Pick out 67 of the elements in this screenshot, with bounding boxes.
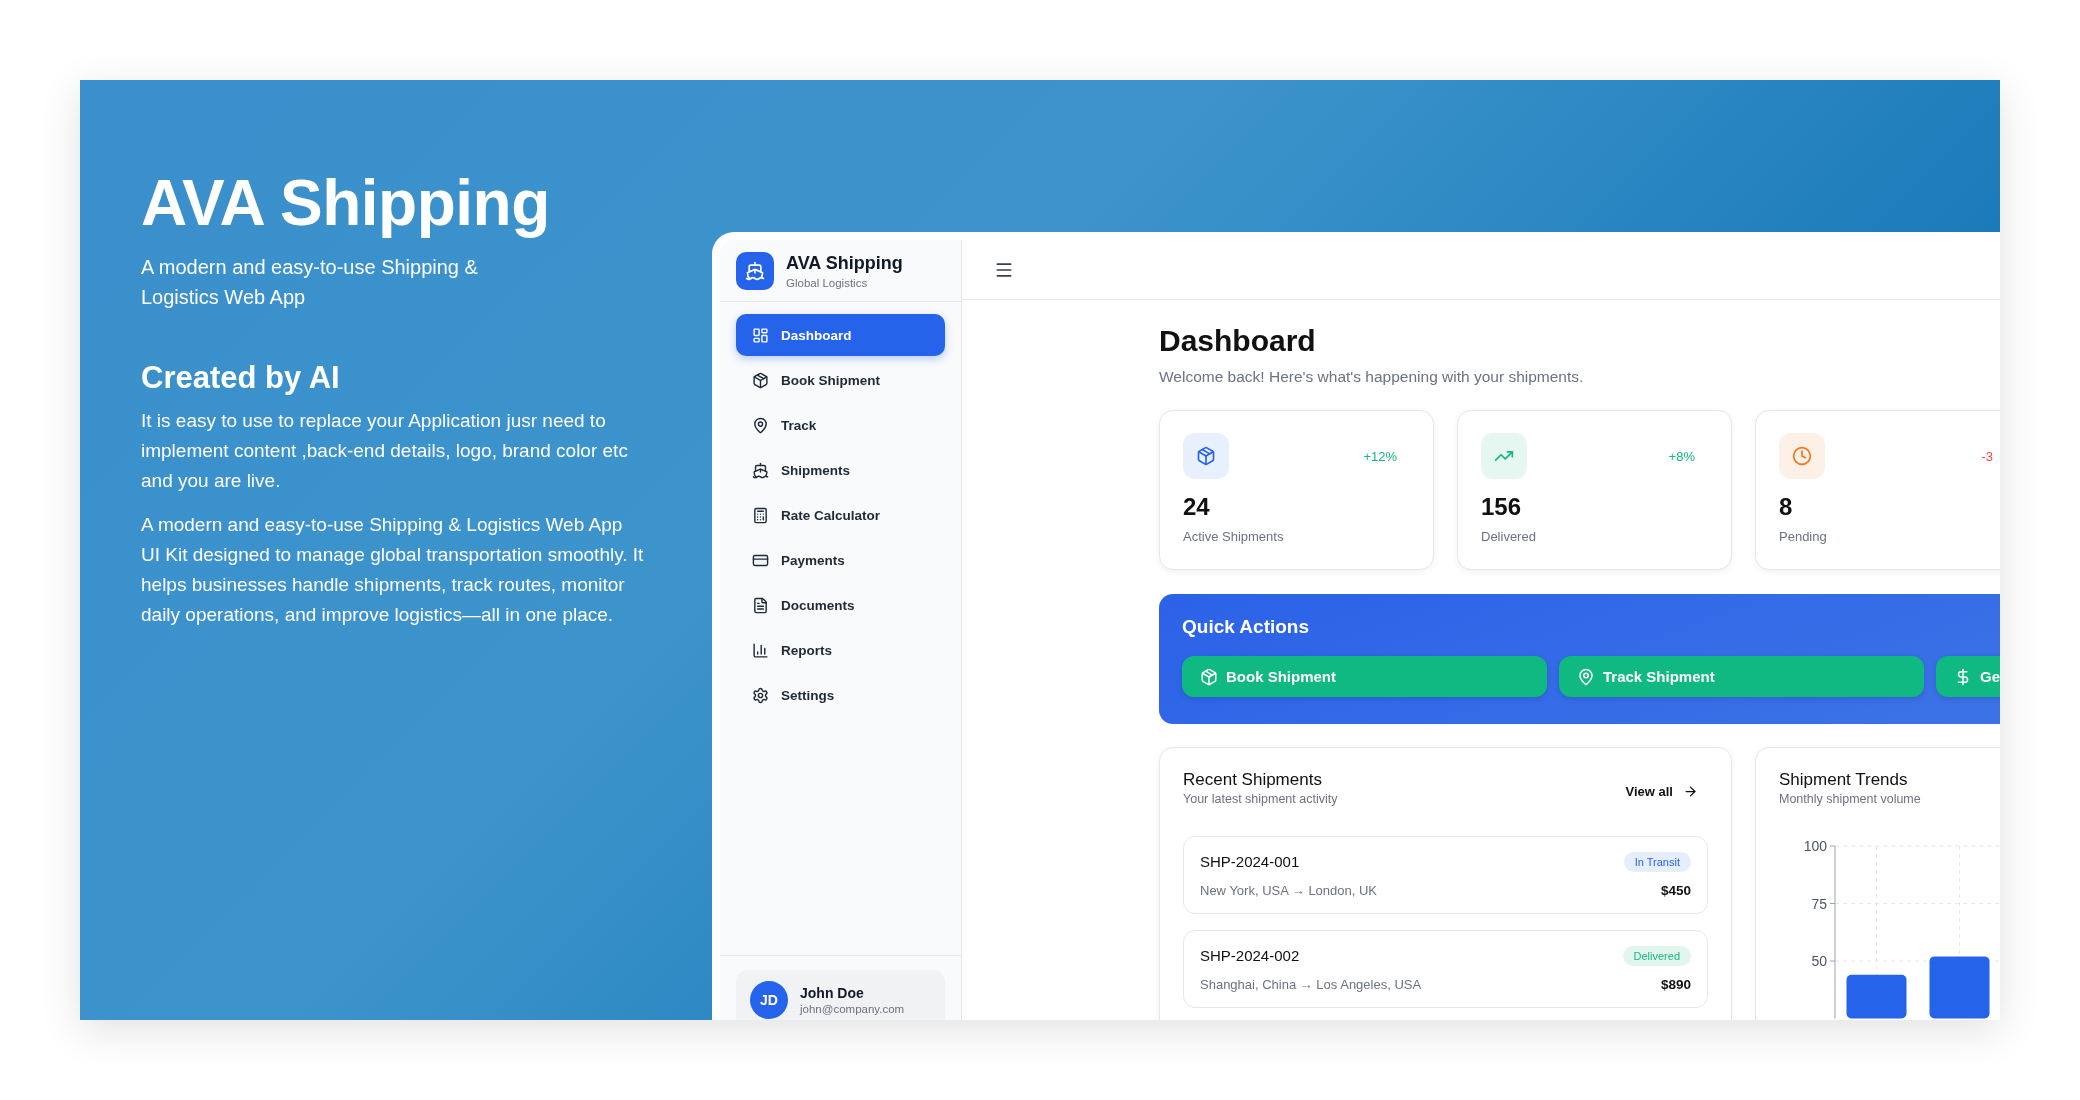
shipment-route: Shanghai, China → Los Angeles, USA bbox=[1200, 977, 1423, 993]
card-title: Recent Shipments bbox=[1183, 770, 1323, 790]
nav-item[interactable]: Reports bbox=[736, 629, 945, 671]
document-icon bbox=[752, 596, 769, 614]
hero-subtitle: A modern and easy-to-use Shipping & Logistics Web App bbox=[141, 255, 479, 311]
change-value: +12% bbox=[1363, 448, 1397, 464]
ship-icon bbox=[752, 461, 769, 479]
arrow-right-icon bbox=[1683, 784, 1698, 799]
user-card[interactable]: JD John Doe john@company.com bbox=[736, 970, 945, 1020]
package-icon bbox=[752, 371, 769, 389]
shipment-route: New York, USA → London, UK bbox=[1200, 883, 1379, 899]
clock-icon bbox=[1779, 433, 1825, 479]
hero-title: AVA Shipping bbox=[141, 168, 551, 239]
map-pin-icon bbox=[1577, 667, 1595, 686]
hero-paragraph: A modern and easy-to-use Shipping & Logistics Web App UI Kit designed to manage global transportation smoothly. It helps businesses handle shipments, track routes, monitor daily operations, and improve logistics—all in one place. bbox=[141, 513, 645, 628]
shipment-id: SHP-2024-002 bbox=[1200, 947, 1301, 965]
package-icon bbox=[1200, 667, 1218, 686]
axis-label: 100 bbox=[1803, 838, 1827, 854]
nav-item[interactable]: Rate Calculator bbox=[736, 494, 945, 536]
nav-item[interactable]: Documents bbox=[736, 584, 945, 626]
stat-value: 24 bbox=[1183, 493, 1211, 521]
trend-up-icon bbox=[1481, 433, 1527, 479]
logo-icon bbox=[736, 251, 774, 290]
settings-icon bbox=[752, 686, 769, 704]
stat-label: Delivered bbox=[1481, 529, 1537, 544]
panel-title: Quick Actions bbox=[1182, 616, 1311, 638]
brand-name: AVA Shipping bbox=[786, 252, 903, 274]
chart-bar bbox=[1929, 956, 1990, 1019]
page-subtitle: Welcome back! Here's what's happening with your shipments. bbox=[1159, 368, 1585, 386]
page-title: Dashboard bbox=[1159, 324, 1317, 358]
view-all-link[interactable]: View all bbox=[1625, 784, 1698, 799]
status-badge: In Transit bbox=[1623, 851, 1691, 872]
dashboard-icon bbox=[752, 326, 769, 344]
calculator-icon bbox=[752, 506, 769, 524]
user-avatar: JD bbox=[750, 981, 788, 1019]
section-heading: Created by AI bbox=[141, 360, 341, 397]
nav-item[interactable]: Book Shipment bbox=[736, 359, 945, 401]
bar-chart-icon bbox=[752, 641, 769, 659]
nav-item[interactable]: Shipments bbox=[736, 449, 945, 491]
card-subtitle: Monthly shipment volume bbox=[1779, 792, 1922, 806]
card-title: Shipment Trends bbox=[1779, 770, 1909, 790]
nav-item[interactable]: Dashboard bbox=[736, 314, 945, 356]
stat-label: Pending bbox=[1779, 529, 1828, 544]
map-pin-icon bbox=[752, 416, 769, 434]
shipment-id: SHP-2024-001 bbox=[1200, 853, 1301, 871]
user-name: John Doe bbox=[800, 985, 865, 1001]
chart-bar bbox=[1846, 974, 1907, 1019]
brand-tagline: Global Logistics bbox=[786, 276, 869, 289]
shipment-price: $890 bbox=[1660, 977, 1691, 993]
stat-label: Active Shipments bbox=[1183, 529, 1285, 544]
stat-value: 8 bbox=[1779, 493, 1794, 521]
nav-item[interactable]: Payments bbox=[736, 539, 945, 581]
status-badge: Delivered bbox=[1622, 945, 1691, 966]
axis-label: 50 bbox=[1811, 953, 1827, 969]
shipment-row[interactable]: SHP-2024-001 In Transit New York, USA → London, UK $450 bbox=[1183, 836, 1708, 914]
nav-item[interactable]: Settings bbox=[736, 674, 945, 716]
nav-item[interactable]: Track bbox=[736, 404, 945, 446]
axis-label: 75 bbox=[1811, 895, 1827, 912]
change-value: -3 bbox=[1981, 448, 1993, 464]
package-icon bbox=[1183, 433, 1229, 479]
user-email: john@company.com bbox=[800, 1003, 905, 1015]
card-subtitle: Your latest shipment activity bbox=[1183, 792, 1338, 806]
shipment-row[interactable]: SHP-2024-002 Delivered Shanghai, China → Los Angeles, USA $890 bbox=[1183, 930, 1708, 1008]
shipment-price: $450 bbox=[1660, 883, 1691, 899]
hero-paragraph: It is easy to use to replace your Application jusr need to implement content ,back-end details, logo, brand color etc and you are live. bbox=[141, 409, 629, 494]
change-value: +8% bbox=[1668, 448, 1695, 464]
stat-value: 156 bbox=[1481, 493, 1523, 521]
